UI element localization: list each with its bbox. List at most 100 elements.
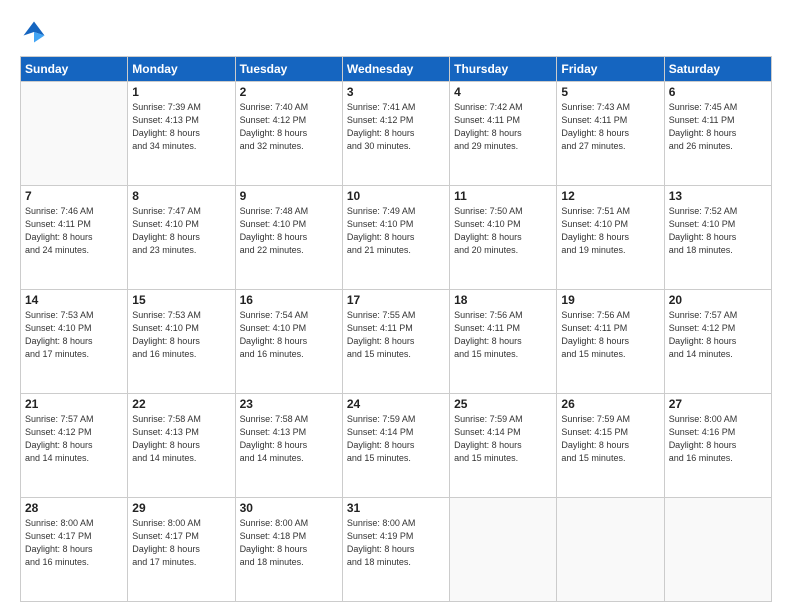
day-info: Sunrise: 7:57 AM Sunset: 4:12 PM Dayligh… — [669, 309, 767, 361]
day-number: 28 — [25, 501, 123, 515]
day-number: 14 — [25, 293, 123, 307]
day-info: Sunrise: 7:39 AM Sunset: 4:13 PM Dayligh… — [132, 101, 230, 153]
day-number: 25 — [454, 397, 552, 411]
day-number: 12 — [561, 189, 659, 203]
day-number: 26 — [561, 397, 659, 411]
day-info: Sunrise: 7:53 AM Sunset: 4:10 PM Dayligh… — [132, 309, 230, 361]
day-number: 21 — [25, 397, 123, 411]
day-number: 7 — [25, 189, 123, 203]
calendar-cell: 25 Sunrise: 7:59 AM Sunset: 4:14 PM Dayli… — [450, 394, 557, 498]
day-info: Sunrise: 7:59 AM Sunset: 4:15 PM Dayligh… — [561, 413, 659, 465]
page-header — [20, 18, 772, 46]
calendar-cell: 23Sunrise: 7:58 AM Sunset: 4:13 PM Dayli… — [235, 394, 342, 498]
logo-icon — [20, 18, 48, 46]
day-number: 17 — [347, 293, 445, 307]
calendar-cell — [21, 82, 128, 186]
calendar-cell: 6Sunrise: 7:45 AM Sunset: 4:11 PM Daylig… — [664, 82, 771, 186]
day-number: 31 — [347, 501, 445, 515]
calendar-cell: 27 Sunrise: 8:00 AM Sunset: 4:16 PM Dayli… — [664, 394, 771, 498]
calendar-cell: 30Sunrise: 8:00 AM Sunset: 4:18 PM Dayli… — [235, 498, 342, 602]
day-info: Sunrise: 7:50 AM Sunset: 4:10 PM Dayligh… — [454, 205, 552, 257]
day-info: Sunrise: 7:54 AM Sunset: 4:10 PM Dayligh… — [240, 309, 338, 361]
day-info: Sunrise: 7:55 AM Sunset: 4:11 PM Dayligh… — [347, 309, 445, 361]
day-info: Sunrise: 7:46 AM Sunset: 4:11 PM Dayligh… — [25, 205, 123, 257]
day-number: 4 — [454, 85, 552, 99]
logo — [20, 18, 52, 46]
day-info: Sunrise: 7:53 AM Sunset: 4:10 PM Dayligh… — [25, 309, 123, 361]
day-number: 5 — [561, 85, 659, 99]
day-number: 18 — [454, 293, 552, 307]
weekday-header-friday: Friday — [557, 57, 664, 82]
calendar-cell: 1 Sunrise: 7:39 AM Sunset: 4:13 PM Daylig… — [128, 82, 235, 186]
day-info: Sunrise: 7:56 AM Sunset: 4:11 PM Dayligh… — [454, 309, 552, 361]
calendar-cell: 8 Sunrise: 7:47 AM Sunset: 4:10 PM Daylig… — [128, 186, 235, 290]
weekday-header-saturday: Saturday — [664, 57, 771, 82]
day-number: 8 — [132, 189, 230, 203]
day-number: 10 — [347, 189, 445, 203]
calendar-cell: 9 Sunrise: 7:48 AM Sunset: 4:10 PM Daylig… — [235, 186, 342, 290]
day-info: Sunrise: 7:49 AM Sunset: 4:10 PM Dayligh… — [347, 205, 445, 257]
calendar-cell: 20 Sunrise: 7:57 AM Sunset: 4:12 PM Dayli… — [664, 290, 771, 394]
day-number: 3 — [347, 85, 445, 99]
day-info: Sunrise: 7:41 AM Sunset: 4:12 PM Dayligh… — [347, 101, 445, 153]
day-info: Sunrise: 7:40 AM Sunset: 4:12 PM Dayligh… — [240, 101, 338, 153]
calendar-cell: 11 Sunrise: 7:50 AM Sunset: 4:10 PM Dayli… — [450, 186, 557, 290]
weekday-header-wednesday: Wednesday — [342, 57, 449, 82]
day-number: 9 — [240, 189, 338, 203]
day-number: 19 — [561, 293, 659, 307]
calendar-cell: 14 Sunrise: 7:53 AM Sunset: 4:10 PM Dayli… — [21, 290, 128, 394]
calendar-cell: 10 Sunrise: 7:49 AM Sunset: 4:10 PM Dayli… — [342, 186, 449, 290]
day-info: Sunrise: 7:58 AM Sunset: 4:13 PM Dayligh… — [132, 413, 230, 465]
calendar-cell: 12 Sunrise: 7:51 AM Sunset: 4:10 PM Dayli… — [557, 186, 664, 290]
day-info: Sunrise: 7:52 AM Sunset: 4:10 PM Dayligh… — [669, 205, 767, 257]
calendar-cell — [450, 498, 557, 602]
day-number: 16 — [240, 293, 338, 307]
day-number: 1 — [132, 85, 230, 99]
calendar-cell: 7 Sunrise: 7:46 AM Sunset: 4:11 PM Daylig… — [21, 186, 128, 290]
day-number: 13 — [669, 189, 767, 203]
calendar-cell: 19 Sunrise: 7:56 AM Sunset: 4:11 PM Dayli… — [557, 290, 664, 394]
day-number: 27 — [669, 397, 767, 411]
day-number: 20 — [669, 293, 767, 307]
calendar-cell: 15Sunrise: 7:53 AM Sunset: 4:10 PM Dayli… — [128, 290, 235, 394]
calendar-cell: 22 Sunrise: 7:58 AM Sunset: 4:13 PM Dayli… — [128, 394, 235, 498]
day-info: Sunrise: 7:48 AM Sunset: 4:10 PM Dayligh… — [240, 205, 338, 257]
calendar-table: SundayMondayTuesdayWednesdayThursdayFrid… — [20, 56, 772, 602]
calendar-week-row: 7 Sunrise: 7:46 AM Sunset: 4:11 PM Daylig… — [21, 186, 772, 290]
day-number: 23 — [240, 397, 338, 411]
day-number: 29 — [132, 501, 230, 515]
day-number: 22 — [132, 397, 230, 411]
calendar-cell — [557, 498, 664, 602]
day-info: Sunrise: 7:51 AM Sunset: 4:10 PM Dayligh… — [561, 205, 659, 257]
calendar-cell: 18 Sunrise: 7:56 AM Sunset: 4:11 PM Dayli… — [450, 290, 557, 394]
day-number: 11 — [454, 189, 552, 203]
calendar-header-row: SundayMondayTuesdayWednesdayThursdayFrid… — [21, 57, 772, 82]
day-info: Sunrise: 7:43 AM Sunset: 4:11 PM Dayligh… — [561, 101, 659, 153]
calendar-cell: 4 Sunrise: 7:42 AM Sunset: 4:11 PM Daylig… — [450, 82, 557, 186]
calendar-cell: 31 Sunrise: 8:00 AM Sunset: 4:19 PM Dayli… — [342, 498, 449, 602]
day-info: Sunrise: 8:00 AM Sunset: 4:18 PM Dayligh… — [240, 517, 338, 569]
calendar-week-row: 21Sunrise: 7:57 AM Sunset: 4:12 PM Dayli… — [21, 394, 772, 498]
day-info: Sunrise: 8:00 AM Sunset: 4:16 PM Dayligh… — [669, 413, 767, 465]
day-info: Sunrise: 7:42 AM Sunset: 4:11 PM Dayligh… — [454, 101, 552, 153]
day-number: 24 — [347, 397, 445, 411]
calendar-cell — [664, 498, 771, 602]
calendar-cell: 2Sunrise: 7:40 AM Sunset: 4:12 PM Daylig… — [235, 82, 342, 186]
day-info: Sunrise: 7:59 AM Sunset: 4:14 PM Dayligh… — [347, 413, 445, 465]
weekday-header-tuesday: Tuesday — [235, 57, 342, 82]
calendar-cell: 24 Sunrise: 7:59 AM Sunset: 4:14 PM Dayli… — [342, 394, 449, 498]
weekday-header-sunday: Sunday — [21, 57, 128, 82]
calendar-cell: 3 Sunrise: 7:41 AM Sunset: 4:12 PM Daylig… — [342, 82, 449, 186]
day-info: Sunrise: 8:00 AM Sunset: 4:19 PM Dayligh… — [347, 517, 445, 569]
calendar-cell: 5 Sunrise: 7:43 AM Sunset: 4:11 PM Daylig… — [557, 82, 664, 186]
calendar-cell: 17 Sunrise: 7:55 AM Sunset: 4:11 PM Dayli… — [342, 290, 449, 394]
day-info: Sunrise: 7:47 AM Sunset: 4:10 PM Dayligh… — [132, 205, 230, 257]
calendar-cell: 13 Sunrise: 7:52 AM Sunset: 4:10 PM Dayli… — [664, 186, 771, 290]
calendar-cell: 26 Sunrise: 7:59 AM Sunset: 4:15 PM Dayli… — [557, 394, 664, 498]
day-info: Sunrise: 7:56 AM Sunset: 4:11 PM Dayligh… — [561, 309, 659, 361]
calendar-cell: 21Sunrise: 7:57 AM Sunset: 4:12 PM Dayli… — [21, 394, 128, 498]
calendar-cell: 28Sunrise: 8:00 AM Sunset: 4:17 PM Dayli… — [21, 498, 128, 602]
day-info: Sunrise: 7:59 AM Sunset: 4:14 PM Dayligh… — [454, 413, 552, 465]
weekday-header-thursday: Thursday — [450, 57, 557, 82]
day-number: 6 — [669, 85, 767, 99]
